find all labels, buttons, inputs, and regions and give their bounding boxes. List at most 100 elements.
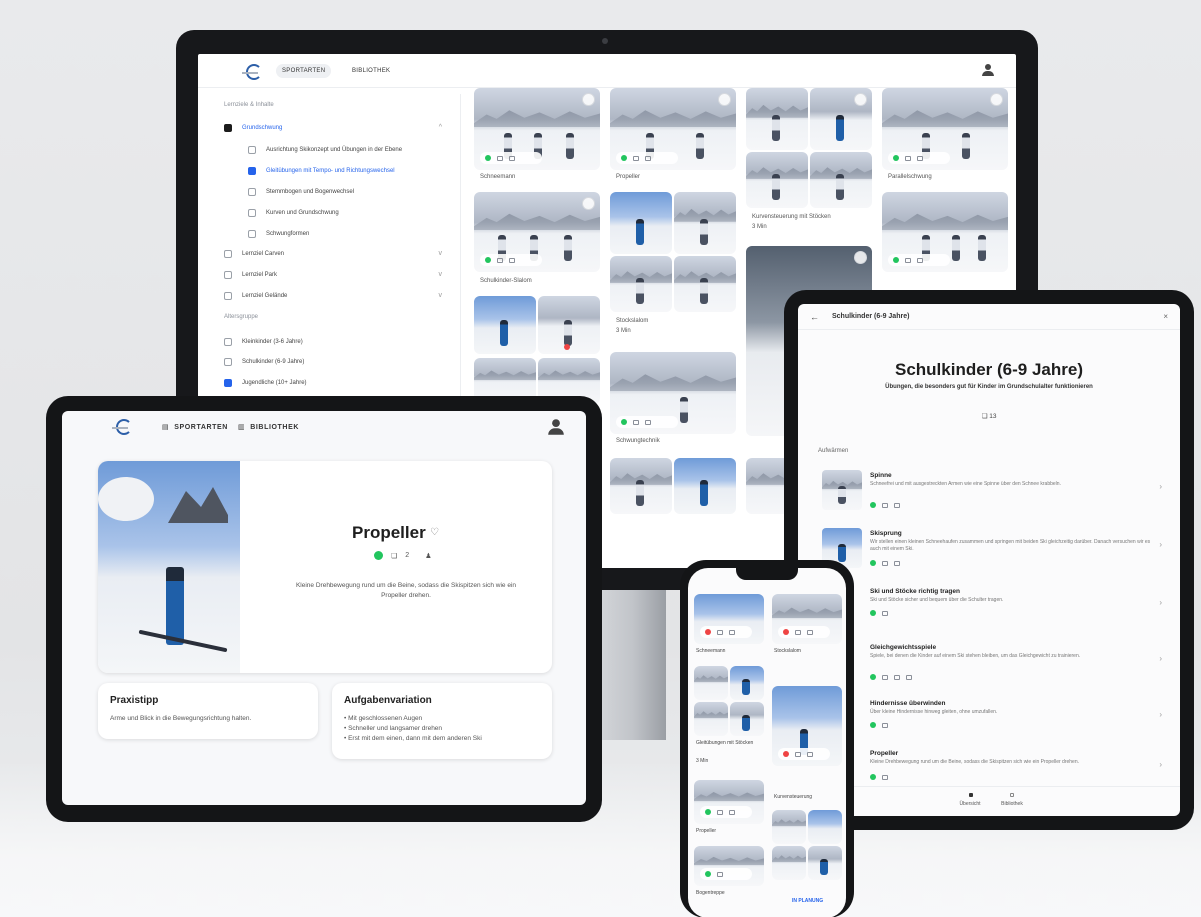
exercise-card[interactable] xyxy=(746,152,808,208)
exercise-row[interactable]: Ski und Stöcke richtig tragen Ski und St… xyxy=(812,582,1168,636)
sidebar-item[interactable]: Ausrichtung Skikonzept und Übungen in de… xyxy=(248,144,402,156)
user-avatar-icon[interactable] xyxy=(982,64,994,76)
exercise-card[interactable] xyxy=(746,88,808,150)
sidebar-group-grundschwung[interactable]: Grundschwung xyxy=(224,122,282,134)
back-arrow-icon[interactable]: ← xyxy=(810,312,819,322)
exercise-card[interactable] xyxy=(474,192,600,272)
app-logo[interactable] xyxy=(242,62,264,80)
sidebar-item[interactable]: Stemmbogen und Bogenwechsel xyxy=(248,186,354,198)
card-caption: Stockslalom xyxy=(774,648,801,654)
chevron-right-icon[interactable]: › xyxy=(1159,710,1162,719)
exercise-card[interactable] xyxy=(694,666,728,700)
chevron-right-icon[interactable]: › xyxy=(1159,654,1162,663)
exercise-card[interactable] xyxy=(772,594,842,644)
exercise-row[interactable]: Skisprung Wir stellen einen kleinen Schn… xyxy=(812,524,1168,578)
exercise-card[interactable] xyxy=(694,594,764,644)
exercise-card[interactable] xyxy=(694,846,764,886)
tablet-topbar: ▤ SPORTARTEN ▥ BIBLIOTHEK xyxy=(62,411,586,447)
heart-icon[interactable]: ♡ xyxy=(430,527,439,538)
favorite-icon[interactable] xyxy=(582,197,595,210)
favorite-icon[interactable] xyxy=(854,251,867,264)
exercise-card[interactable] xyxy=(610,458,672,514)
exercise-description: Kleine Drehbewegung rund um die Beine, s… xyxy=(295,582,517,599)
exercise-row[interactable]: Hindernisse überwinden Über kleine Hinde… xyxy=(812,694,1168,748)
sidebar-item[interactable]: Schwungformen xyxy=(248,228,309,240)
chevron-down-icon[interactable]: v xyxy=(439,250,443,257)
card-caption: Propeller xyxy=(616,174,641,180)
sidebar-group-park[interactable]: Lernziel Park xyxy=(224,269,277,281)
favorite-icon[interactable] xyxy=(990,93,1003,106)
chevron-down-icon[interactable]: v xyxy=(439,292,443,299)
chevron-right-icon[interactable]: › xyxy=(1159,540,1162,549)
exercise-card[interactable] xyxy=(882,192,1008,272)
exercise-card[interactable] xyxy=(808,810,842,844)
sidebar-age-item[interactable]: Kleinkinder (3-6 Jahre) xyxy=(224,336,303,348)
exercise-card[interactable] xyxy=(808,846,842,880)
chevron-right-icon[interactable]: › xyxy=(1159,760,1162,769)
phone-screen: Schneemann Stockslalom Gleitübungen mit … xyxy=(688,568,846,917)
exercise-row[interactable]: Spinne Schneefrei und mit ausgestreckten… xyxy=(812,466,1168,520)
exercise-row[interactable]: Gleichgewichtsspiele Spiele, bei denen d… xyxy=(812,638,1168,692)
nav-tab-sports[interactable]: ▤ SPORTARTEN xyxy=(162,423,228,432)
exercise-card[interactable] xyxy=(772,846,806,880)
close-icon[interactable]: × xyxy=(1163,312,1168,321)
sidebar-item[interactable]: Gleitübungen mit Tempo- und Richtungswec… xyxy=(248,165,395,177)
layers-icon: ❏ xyxy=(391,552,398,560)
nav-tab-sports[interactable]: SPORTARTEN xyxy=(276,64,332,78)
exercise-card[interactable] xyxy=(610,352,736,434)
exercise-card[interactable] xyxy=(474,88,600,170)
sidebar-age-item[interactable]: Schulkinder (6-9 Jahre) xyxy=(224,356,304,368)
chevron-right-icon[interactable]: › xyxy=(1159,598,1162,607)
book-icon: ▥ xyxy=(238,424,246,431)
exercise-card[interactable] xyxy=(674,192,736,254)
group-checkbox[interactable] xyxy=(224,124,232,132)
sidebar-group-gelaende[interactable]: Lernziel Gelände xyxy=(224,290,287,302)
card-toolbar[interactable] xyxy=(480,152,542,164)
header-title: Schulkinder (6-9 Jahre) xyxy=(832,313,910,320)
exercise-card[interactable] xyxy=(538,296,600,354)
nav-tab-library[interactable]: BIBLIOTHEK xyxy=(346,64,396,78)
detail-header: ← Schulkinder (6-9 Jahre) × xyxy=(798,304,1180,330)
sidebar-item[interactable]: Kurven und Grundschwung xyxy=(248,207,339,219)
exercise-card[interactable] xyxy=(694,780,764,824)
sidebar-age-item[interactable]: Jugendliche (10+ Jahre) xyxy=(224,377,307,389)
sidebar-section-age: Altersgruppe xyxy=(224,314,259,320)
exercise-meta xyxy=(870,502,900,508)
layers-icon: ❏ xyxy=(981,413,988,420)
exercise-card[interactable] xyxy=(730,666,764,700)
exercise-photo xyxy=(98,461,240,673)
sidebar-group-carven[interactable]: Lernziel Carven xyxy=(224,248,284,260)
chevron-right-icon[interactable]: › xyxy=(1159,482,1162,491)
exercise-card[interactable] xyxy=(810,88,872,150)
exercise-card[interactable] xyxy=(674,256,736,312)
exercise-card[interactable] xyxy=(882,88,1008,170)
favorite-icon[interactable] xyxy=(582,93,595,106)
exercise-card[interactable] xyxy=(772,810,806,844)
tab-overview[interactable]: Übersicht xyxy=(950,801,990,807)
exercise-card[interactable] xyxy=(610,192,672,254)
app-logo[interactable] xyxy=(112,417,134,435)
phone-notch xyxy=(736,568,798,580)
exercise-card[interactable] xyxy=(674,458,736,514)
user-avatar-icon[interactable] xyxy=(548,419,564,435)
sidebar-section-goals: Lernziele & Inhalte xyxy=(224,102,274,108)
chevron-down-icon[interactable]: v xyxy=(439,271,443,278)
nav-tab-library[interactable]: ▥ BIBLIOTHEK xyxy=(238,423,299,432)
tablet-left: ▤ SPORTARTEN ▥ BIBLIOTHEK Propeller ♡ ❏ 2 … xyxy=(46,396,602,822)
tab-library[interactable]: Bibliothek xyxy=(992,801,1032,807)
status-dot xyxy=(374,551,383,560)
duration-label: 3 Min xyxy=(616,328,631,334)
exercise-card[interactable] xyxy=(610,88,736,170)
exercise-card[interactable] xyxy=(610,256,672,312)
exercise-card[interactable] xyxy=(772,686,842,766)
exercise-card[interactable] xyxy=(474,296,536,354)
page-title: Schulkinder (6-9 Jahre) xyxy=(894,360,1083,379)
exercise-card[interactable] xyxy=(810,152,872,208)
favorite-icon[interactable] xyxy=(718,93,731,106)
exercise-card[interactable] xyxy=(730,702,764,736)
exercise-card[interactable] xyxy=(694,702,728,736)
sports-icon: ▤ xyxy=(162,424,170,431)
planning-button[interactable]: IN PLANUNG xyxy=(792,898,823,904)
favorite-icon[interactable] xyxy=(854,93,867,106)
chevron-up-icon[interactable]: ^ xyxy=(439,124,442,131)
